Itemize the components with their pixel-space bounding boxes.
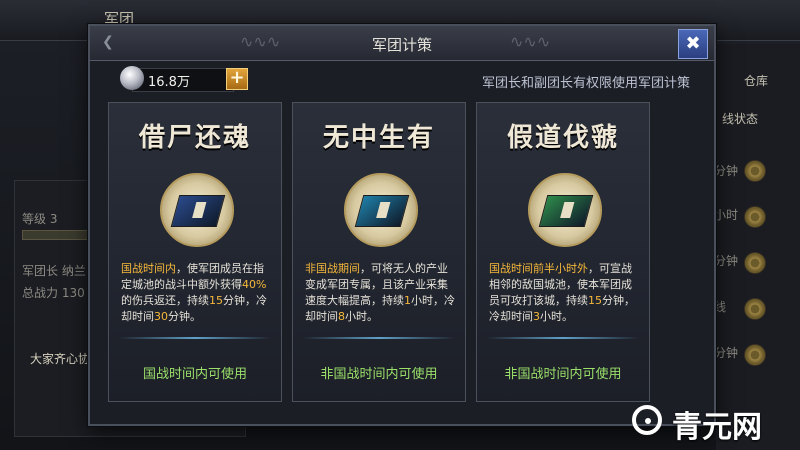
desc-highlight: 40% <box>242 278 267 291</box>
strategy-book-icon <box>160 173 234 247</box>
strategy-description: 国战时间内，使军团成员在指定城池的战斗中额外获得40%的伤兵返还，持续15分钟，… <box>121 261 271 325</box>
right-row-5: 分钟 <box>714 346 739 360</box>
dialog-header: ❮ ∿∿∿ ∿∿∿ 军团计策 ✖ <box>90 26 714 61</box>
legion-level: 等级 3 <box>22 212 58 226</box>
desc-text: 小时。 <box>540 310 573 323</box>
right-status-column <box>716 44 800 450</box>
strategy-card[interactable]: 借尸还魂 国战时间内，使军团成员在指定城池的战斗中额外获得40%的伤兵返还，持续… <box>108 102 282 402</box>
desc-text: 的伤兵返还，持续 <box>121 294 209 307</box>
gear-icon[interactable] <box>744 252 766 274</box>
book-cover <box>170 195 226 227</box>
desc-highlight: 国战时间内 <box>121 262 176 275</box>
right-row-2: 小时 <box>714 208 739 222</box>
book-label <box>560 202 575 218</box>
silver-coin-icon <box>120 66 144 90</box>
add-currency-button[interactable]: + <box>226 68 248 90</box>
legion-motto: 大家齐心协 <box>30 352 91 366</box>
desc-highlight: 15 <box>588 294 602 307</box>
desc-highlight: 8 <box>338 310 345 323</box>
watermark-text: 青元网 <box>672 410 762 445</box>
card-divider <box>119 337 271 339</box>
currency-value: 16.8万 <box>148 75 190 90</box>
currency-bar: 16.8万 + 军团长和副团长有权限使用军团计策 <box>110 66 700 92</box>
strategy-card[interactable]: 假道伐虢 国战时间前半小时外，可宣战相邻的敌国城池，使本军团成员可攻打该城，持续… <box>476 102 650 402</box>
strategy-description: 国战时间前半小时外，可宣战相邻的敌国城池，使本军团成员可攻打该城，持续15分钟，… <box>489 261 639 325</box>
desc-highlight: 非国战期间 <box>305 262 360 275</box>
dialog-title: 军团计策 <box>371 36 432 54</box>
right-row-3: 分钟 <box>714 254 739 268</box>
strategy-book-icon <box>344 173 418 247</box>
desc-highlight: 1 <box>404 294 411 307</box>
permission-notice: 军团长和副团长有权限使用军团计策 <box>481 76 690 91</box>
book-label <box>192 202 207 218</box>
card-divider <box>487 337 639 339</box>
gear-icon[interactable] <box>744 298 766 320</box>
legion-power: 总战力 130 <box>22 286 85 300</box>
card-divider <box>303 337 455 339</box>
strategy-availability: 非国战时间内可使用 <box>504 367 622 382</box>
strategy-title: 假道伐虢 <box>506 123 619 153</box>
legion-strategy-dialog: ❮ ∿∿∿ ∿∿∿ 军团计策 ✖ 16.8万 + 军团长和副团长有权限使用军团计… <box>88 24 716 426</box>
desc-highlight: 国战时间前半小时外 <box>489 262 588 275</box>
desc-highlight: 3 <box>533 310 540 323</box>
warehouse-label: 仓库 <box>744 74 769 88</box>
strategy-availability: 非国战时间内可使用 <box>320 367 438 382</box>
gear-icon[interactable] <box>744 206 766 228</box>
strategy-card[interactable]: 无中生有 非国战期间，可将无人的产业变成军团专属，且该产业采集速度大幅提高，持续… <box>292 102 466 402</box>
right-row-1: 分钟 <box>714 164 739 178</box>
strategy-book-icon <box>528 173 602 247</box>
watermark-logo-dot <box>645 418 651 424</box>
close-button[interactable]: ✖ <box>678 29 708 59</box>
desc-highlight: 30 <box>154 310 168 323</box>
online-status-label: 线状态 <box>722 112 759 126</box>
legion-leader: 军团长 纳兰 <box>22 264 86 278</box>
watermark-logo-icon <box>632 405 662 435</box>
strategy-availability: 国战时间内可使用 <box>142 367 247 382</box>
gear-icon[interactable] <box>744 160 766 182</box>
desc-text: 分钟。 <box>168 310 201 323</box>
book-label <box>376 202 391 218</box>
book-cover <box>354 195 410 227</box>
strategy-title: 无中生有 <box>322 123 435 153</box>
desc-highlight: 15 <box>209 294 223 307</box>
strategy-description: 非国战期间，可将无人的产业变成军团专属，且该产业采集速度大幅提高，持续1小时，冷… <box>305 261 455 325</box>
book-cover <box>538 195 594 227</box>
gear-icon[interactable] <box>744 344 766 366</box>
desc-text: 小时。 <box>345 310 378 323</box>
strategy-title: 借尸还魂 <box>138 123 251 153</box>
